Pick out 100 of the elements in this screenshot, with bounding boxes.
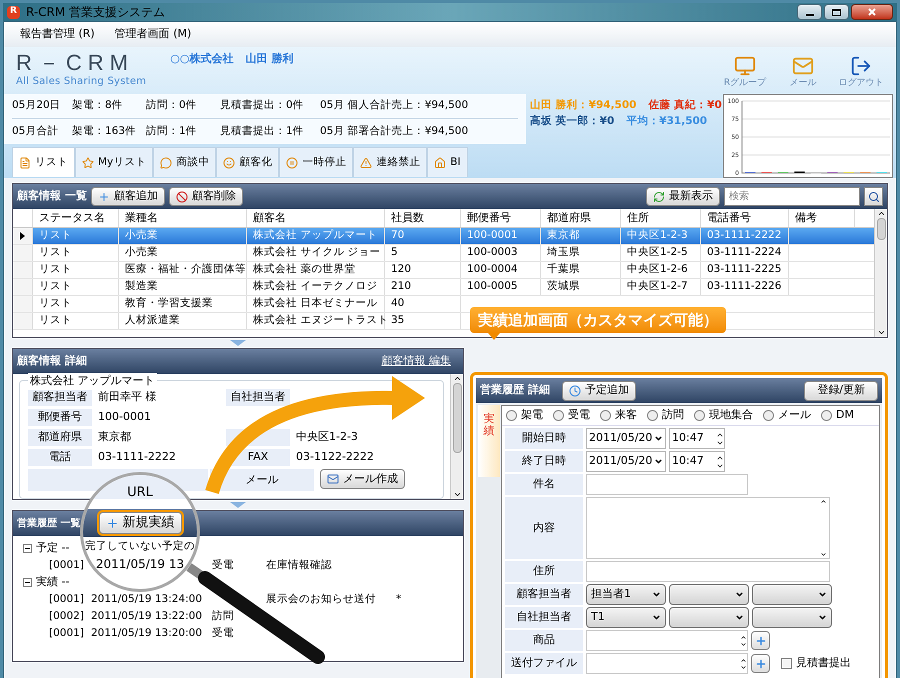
add-customer-button[interactable]: 顧客追加 — [90, 187, 165, 206]
stat-text: 見積書提出：1件 — [220, 124, 305, 139]
edit-customer-link[interactable]: 顧客情報 編集 — [382, 353, 451, 370]
field-label: 住所 — [505, 561, 583, 582]
record-code[interactable]: [0001] — [49, 592, 84, 605]
column-header[interactable]: 都道府県 — [541, 209, 621, 227]
refresh-button[interactable]: 最新表示 — [646, 187, 720, 206]
contact-type-radio[interactable]: 現地集合 — [694, 407, 753, 424]
column-header[interactable]: 郵便番号 — [461, 209, 541, 227]
delete-customer-button[interactable]: 顧客削除 — [168, 187, 243, 206]
record-datetime[interactable]: 2011/05/19 13:20:00 — [91, 626, 202, 639]
add-item-button[interactable] — [751, 654, 770, 673]
category-tab[interactable]: 連絡禁止 — [353, 147, 428, 177]
table-cell: 100-0005 — [461, 279, 541, 295]
menu-item[interactable]: 報告書管理 (R) — [20, 26, 95, 43]
clock-icon — [568, 384, 581, 396]
date-picker[interactable]: 2011/05/20 — [586, 451, 666, 472]
checkbox-option[interactable]: 見積書提出 — [781, 655, 851, 672]
record-type[interactable]: 訪問 — [212, 610, 234, 622]
plus-icon — [754, 634, 766, 646]
contact-type-radio[interactable]: 架電 — [506, 407, 543, 424]
contact-type-radio[interactable]: 訪問 — [647, 407, 684, 424]
maximize-button[interactable] — [824, 4, 849, 20]
search-field[interactable]: 検索 — [724, 187, 860, 206]
compose-mail-button[interactable]: メール作成 — [320, 469, 405, 489]
contact-type-radio[interactable]: 来客 — [600, 407, 637, 424]
table-row[interactable]: リスト 小売業 株式会社 サイクル ジョー 5 100-0003 埼玉県 中央区1-2-5 03-1111-2224 — [13, 245, 874, 262]
record-type[interactable]: 受電 — [212, 626, 234, 639]
scrollbar[interactable] — [874, 209, 887, 337]
table-cell: 千葉県 — [541, 262, 621, 278]
field-value: 前田幸平 様 — [97, 389, 158, 406]
contact-type-radio[interactable]: メール — [763, 407, 811, 424]
category-tab[interactable]: BI — [427, 147, 468, 177]
record-datetime[interactable]: 2011/05/19 13:22:00 — [91, 610, 202, 622]
search-button[interactable] — [864, 187, 883, 206]
new-record-button[interactable]: 新規実績 — [98, 512, 182, 534]
text-field[interactable] — [586, 561, 830, 582]
category-tab[interactable]: 商談中 — [153, 147, 216, 177]
time-spinner[interactable]: 10:47 — [669, 428, 725, 449]
record-code[interactable]: [0001] — [49, 626, 84, 639]
sales-ranking-text: 山田 勝利：¥94,500 — [530, 98, 636, 113]
table-row[interactable]: リスト 製造業 株式会社 イーテクノロジ 210 100-0005 茨城県 中央区1-2-7 03-1111-2226 — [13, 279, 874, 296]
plus-icon — [106, 516, 118, 530]
dropdown-select[interactable]: 担当者1 — [586, 584, 666, 605]
contact-type-radio[interactable]: DM — [821, 407, 854, 424]
dropdown-select[interactable] — [752, 607, 832, 628]
spin-down-icon — [740, 664, 747, 670]
picker-field[interactable] — [586, 630, 748, 651]
save-button[interactable]: 登録/更新 — [804, 380, 878, 400]
table-cell: 5 — [385, 245, 461, 261]
collapse-icon[interactable] — [23, 544, 32, 553]
tree-node[interactable]: 実績 -- — [36, 574, 70, 591]
column-header[interactable]: 電話番号 — [701, 209, 789, 227]
time-spinner[interactable]: 10:47 — [669, 451, 725, 472]
picker-field[interactable] — [586, 653, 748, 674]
sales-ranking-text: 高坂 英一郎：¥0 — [530, 114, 614, 129]
column-header[interactable]: ステータス名 — [33, 209, 119, 227]
callout-pointer-icon — [488, 333, 500, 340]
record-datetime[interactable]: 2011/05/19 13:24:00 — [91, 592, 202, 605]
column-header[interactable]: 業種名 — [119, 209, 247, 227]
table-row[interactable]: リスト 医療・福祉・介護団体等 株式会社 薬の世界堂 120 100-0004 千葉県 中央区1-2-6 03-1111-2225 — [13, 262, 874, 279]
category-tab[interactable]: 顧客化 — [216, 147, 280, 177]
column-header[interactable]: 住所 — [621, 209, 701, 227]
dropdown-select[interactable] — [752, 584, 832, 605]
column-header[interactable]: 社員数 — [385, 209, 461, 227]
record-subject[interactable]: 展示会のお知らせ送付 — [266, 592, 376, 605]
table-cell: 35 — [385, 313, 461, 329]
record-type[interactable]: 受電 — [212, 558, 234, 571]
close-button[interactable] — [851, 4, 893, 20]
category-tab[interactable]: リスト — [12, 147, 75, 177]
record-code[interactable]: [0002] — [49, 610, 84, 622]
vertical-tab[interactable]: 実績 — [478, 405, 500, 477]
dropdown-select[interactable]: T1 — [586, 607, 666, 628]
category-tab[interactable]: 一時停止 — [279, 147, 354, 177]
column-header[interactable]: 備考 — [789, 209, 855, 227]
add-schedule-button[interactable]: 予定追加 — [562, 380, 636, 400]
table-cell: 株式会社 エヌジートラスト — [247, 313, 385, 329]
scrollbar-thumb[interactable] — [876, 218, 886, 240]
dropdown-caret-icon — [654, 457, 663, 466]
record-subject[interactable]: 在庫情報確認 — [266, 558, 332, 571]
table-cell: リスト — [33, 262, 119, 278]
collapse-icon[interactable] — [23, 578, 32, 587]
scrollbar-thumb[interactable] — [452, 383, 462, 453]
add-item-button[interactable] — [751, 631, 770, 650]
scrollbar[interactable] — [450, 374, 463, 499]
contact-type-radio[interactable]: 受電 — [553, 407, 590, 424]
dropdown-select[interactable] — [669, 607, 749, 628]
record-code[interactable]: [0001] — [49, 558, 84, 571]
refresh-icon — [653, 190, 665, 202]
tree-node[interactable]: 予定 -- — [36, 540, 70, 557]
menu-item[interactable]: 管理者画面 (M) — [114, 26, 192, 43]
category-tab[interactable]: Myリスト — [75, 147, 154, 177]
column-header[interactable]: 顧客名 — [247, 209, 385, 227]
minimize-button[interactable] — [797, 4, 822, 20]
date-picker[interactable]: 2011/05/20 — [586, 428, 666, 449]
no-entry-icon — [176, 190, 188, 202]
row-pointer-icon — [20, 232, 25, 240]
text-field[interactable] — [586, 474, 748, 495]
house-icon — [434, 156, 446, 168]
dropdown-select[interactable] — [669, 584, 749, 605]
